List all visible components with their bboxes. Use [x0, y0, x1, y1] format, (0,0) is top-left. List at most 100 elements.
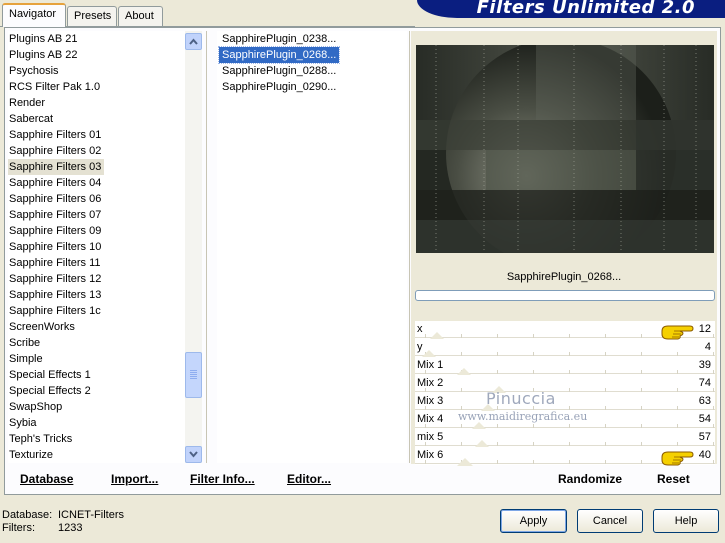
slider-tick	[677, 442, 678, 446]
category-list[interactable]: Plugins AB 21 Plugins AB 22 Psychosis RCS F…	[8, 31, 185, 463]
slider-tick	[605, 442, 606, 446]
tab-about[interactable]: About	[118, 6, 163, 26]
category-item[interactable]: Sapphire Filters 09	[8, 223, 104, 239]
grip-line	[190, 372, 197, 373]
filter-item[interactable]: SapphirePlugin_0268...	[217, 46, 341, 64]
slider-tick	[497, 424, 498, 428]
category-item[interactable]: Sapphire Filters 11	[8, 255, 104, 271]
apply-button[interactable]: Apply	[500, 509, 567, 533]
randomize-button[interactable]: Randomize	[558, 472, 622, 486]
slider-tick	[533, 334, 534, 338]
slider-mix-5[interactable]: mix 5 57	[415, 429, 715, 448]
app-banner: Filters Unlimited 2.0	[417, 0, 725, 18]
slider-tick	[605, 388, 606, 392]
database-label: Database:	[2, 509, 53, 521]
import-button[interactable]: Import...	[111, 472, 158, 486]
slider-track	[415, 355, 715, 356]
category-item[interactable]: Psychosis	[8, 63, 62, 79]
slider-tick	[569, 334, 570, 338]
slider-tick	[677, 370, 678, 374]
filter-list[interactable]: SapphirePlugin_0238... SapphirePlugin_026…	[217, 31, 407, 463]
slider-tick	[497, 370, 498, 374]
slider-track	[415, 427, 715, 428]
tab-presets[interactable]: Presets	[67, 6, 117, 26]
grip-line	[190, 370, 197, 371]
slider-thumb[interactable]	[457, 458, 473, 466]
category-item[interactable]: Sapphire Filters 12	[8, 271, 104, 287]
slider-tick	[461, 388, 462, 392]
scroll-up-button[interactable]	[185, 33, 202, 50]
filter-item[interactable]: SapphirePlugin_0238...	[219, 31, 339, 47]
filter-info-button[interactable]: Filter Info...	[190, 472, 255, 486]
reset-button[interactable]: Reset	[657, 472, 690, 486]
category-item[interactable]: Plugins AB 21	[8, 31, 81, 47]
slider-tick	[605, 334, 606, 338]
slider-label: Mix 3	[417, 395, 444, 407]
slider-value: 39	[698, 359, 711, 371]
category-item[interactable]: Plugins AB 22	[8, 47, 81, 63]
category-item[interactable]: Render	[8, 95, 48, 111]
slider-tick	[461, 442, 462, 446]
grip-line	[190, 378, 197, 379]
category-item[interactable]: RCS Filter Pak 1.0	[8, 79, 103, 95]
category-item[interactable]: Sapphire Filters 03	[8, 159, 105, 175]
database-value: ICNET-Filters	[58, 509, 124, 521]
slider-tick	[605, 406, 606, 410]
cancel-button[interactable]: Cancel	[577, 509, 643, 533]
category-item[interactable]: Simple	[8, 351, 46, 367]
category-item[interactable]: Sapphire Filters 04	[8, 175, 104, 191]
slider-tick	[569, 352, 570, 356]
category-item[interactable]: Sapphire Filters 10	[8, 239, 104, 255]
category-item[interactable]: Sapphire Filters 06	[8, 191, 104, 207]
slider-tick	[497, 442, 498, 446]
category-item[interactable]: Teph's Tricks	[8, 431, 75, 447]
category-item[interactable]: Sybia	[8, 415, 40, 431]
help-button[interactable]: Help	[653, 509, 719, 533]
slider-tick	[641, 442, 642, 446]
slider-tick	[713, 334, 714, 338]
editor-button[interactable]: Editor...	[287, 472, 331, 486]
slider-mix-1[interactable]: Mix 1 39	[415, 357, 715, 376]
category-item[interactable]: SwapShop	[8, 399, 65, 415]
slider-tick	[533, 442, 534, 446]
category-item[interactable]: Scribe	[8, 335, 43, 351]
slider-track	[415, 445, 715, 446]
slider-label: x	[417, 323, 423, 335]
database-button[interactable]: Database	[20, 472, 73, 486]
slider-tick	[569, 424, 570, 428]
slider-tick	[677, 424, 678, 428]
category-item[interactable]: Sapphire Filters 02	[8, 143, 104, 159]
slider-tick	[569, 460, 570, 464]
category-scrollbar[interactable]	[185, 31, 202, 463]
scroll-thumb[interactable]	[185, 352, 202, 398]
category-item[interactable]: Special Effects 1	[8, 367, 94, 383]
slider-label: Mix 4	[417, 413, 444, 425]
slider-value: 4	[704, 341, 711, 353]
tab-navigator[interactable]: Navigator	[2, 3, 66, 27]
category-item[interactable]: Sabercat	[8, 111, 56, 127]
slider-mix-3[interactable]: Mix 3 63	[415, 393, 715, 412]
category-item[interactable]: Special Effects 2	[8, 383, 94, 399]
category-item[interactable]: Sapphire Filters 07	[8, 207, 104, 223]
category-item[interactable]: Sapphire Filters 01	[8, 127, 104, 143]
scroll-down-button[interactable]	[185, 446, 202, 463]
category-item[interactable]: Sapphire Filters 13	[8, 287, 104, 303]
pane-divider	[409, 31, 410, 463]
category-item[interactable]: ScreenWorks	[8, 319, 78, 335]
filter-item[interactable]: SapphirePlugin_0288...	[219, 63, 339, 79]
slider-value: 74	[698, 377, 711, 389]
slider-label: Mix 2	[417, 377, 444, 389]
category-item[interactable]: Sapphire Filters 1c	[8, 303, 104, 319]
filters-count-value: 1233	[58, 522, 83, 534]
slider-mix-2[interactable]: Mix 2 74	[415, 375, 715, 394]
slider-value: 40	[698, 449, 711, 461]
watermark-title: Pinuccia	[486, 389, 556, 408]
slider-tick	[605, 424, 606, 428]
slider-tick	[605, 352, 606, 356]
category-item[interactable]: Texturize	[8, 447, 56, 463]
filter-item[interactable]: SapphirePlugin_0290...	[219, 79, 339, 95]
progress-bar	[415, 290, 715, 301]
slider-value: 63	[698, 395, 711, 407]
slider-tick	[641, 460, 642, 464]
slider-tick	[713, 442, 714, 446]
